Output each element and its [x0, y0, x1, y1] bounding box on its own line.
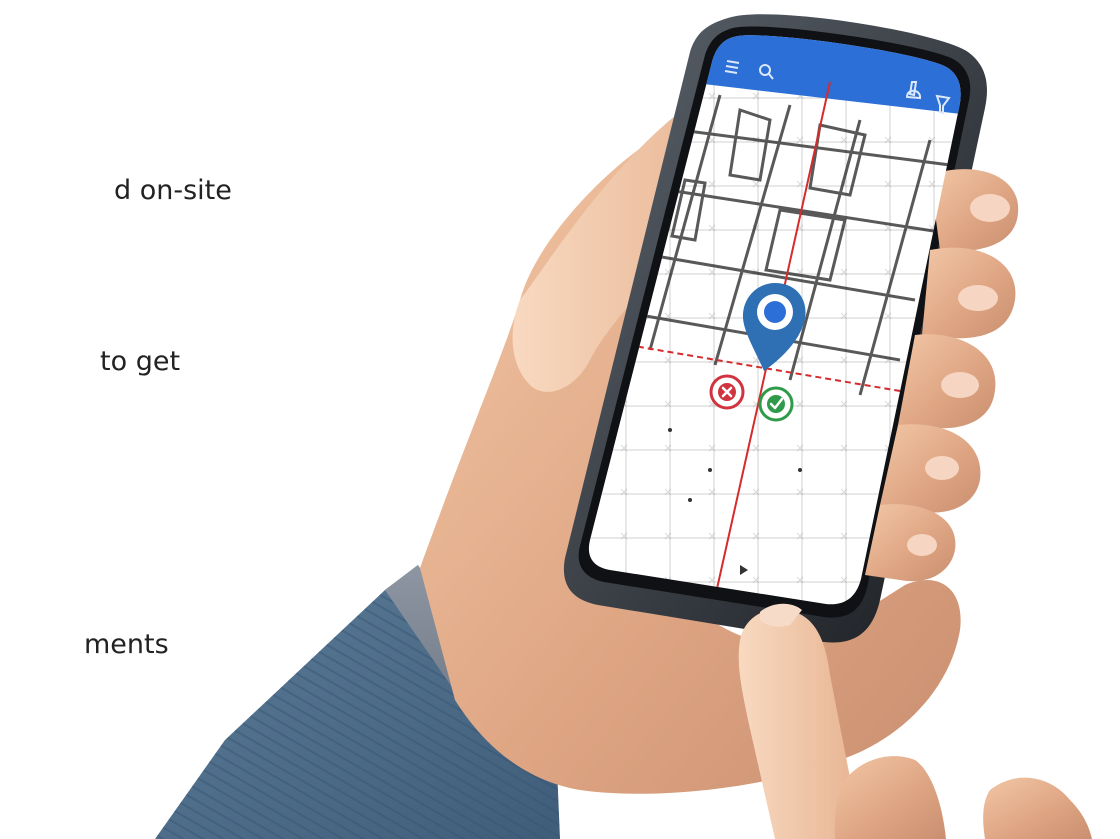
marketing-screenshot: d on-site to get ments [0, 0, 1120, 839]
phone-screen [588, 35, 961, 605]
reject-button[interactable] [709, 374, 745, 410]
accept-button[interactable] [758, 386, 794, 422]
